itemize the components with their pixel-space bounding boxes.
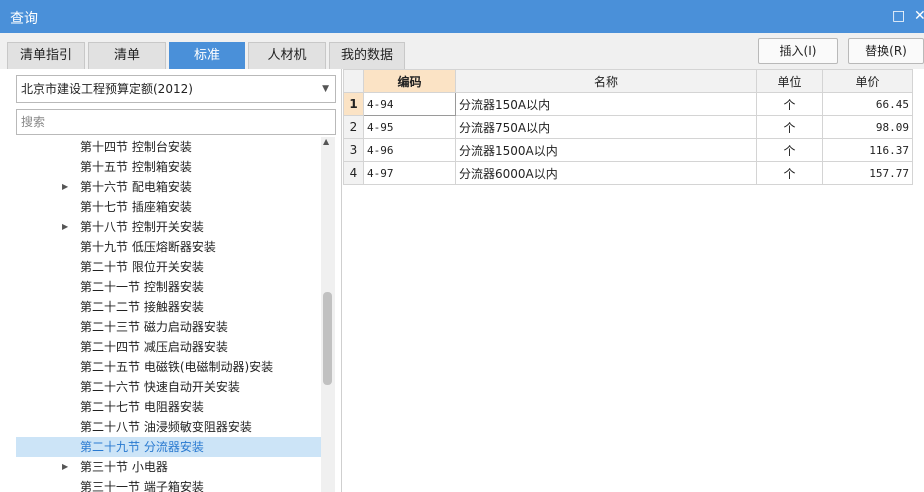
search-input[interactable] [17,110,335,134]
unit-cell[interactable]: 个 [756,138,823,162]
price-cell[interactable]: 116.37 [822,138,913,162]
left-panel: 北京市建设工程预算定额(2012) ▼ 第十四节 控制台安装 第十五节 控制箱安… [0,69,342,492]
quota-select[interactable]: 北京市建设工程预算定额(2012) ▼ [16,75,336,103]
tree-item-label: 第十九节 低压熔断器安装 [80,240,216,254]
name-cell[interactable]: 分流器1500A以内 [455,138,757,162]
results-table: 编码 名称 单位 单价 1 4-94 分流器150A以内 个 66.45 2 4… [343,69,913,185]
tree-item-label: 第十七节 插座箱安装 [80,200,192,214]
table-row[interactable]: 3 4-96 分流器1500A以内 个 116.37 [343,138,913,162]
column-header-code[interactable]: 编码 [363,69,456,93]
tree-item[interactable]: 第十四节 控制台安装 [16,137,321,157]
tree-item-label: 第十四节 控制台安装 [80,140,192,154]
tree-item[interactable]: ▶ 第三十节 小电器 [16,457,321,477]
tree-item[interactable]: 第二十七节 电阻器安装 [16,397,321,417]
row-number: 2 [343,115,364,139]
tree-scrollbar[interactable]: ▲ [321,137,335,492]
tree-item-label: 第二十七节 电阻器安装 [80,400,204,414]
unit-cell[interactable]: 个 [756,92,823,116]
tree-item-label: 第二十四节 减压启动器安装 [80,340,228,354]
scroll-up-icon[interactable]: ▲ [323,137,329,146]
table-row[interactable]: 1 4-94 分流器150A以内 个 66.45 [343,92,913,116]
tab-bar: 清单指引 清单 标准 人材机 我的数据 插入(I) 替换(R) [0,33,924,69]
code-cell[interactable]: 4-95 [363,115,456,139]
corner-cell [343,69,364,93]
table-row[interactable]: 2 4-95 分流器750A以内 个 98.09 [343,115,913,139]
chapter-tree: 第十四节 控制台安装 第十五节 控制箱安装 ▶ 第十六节 配电箱安装 第十七节 插… [16,137,321,492]
tree-item-label: 第十八节 控制开关安装 [80,220,204,234]
tree-item-label: 第十五节 控制箱安装 [80,160,192,174]
tree-item[interactable]: 第十九节 低压熔断器安装 [16,237,321,257]
tree-item-label: 第二十九节 分流器安装 [80,440,204,454]
name-cell[interactable]: 分流器6000A以内 [455,161,757,185]
tree-item-label: 第二十二节 接触器安装 [80,300,204,314]
tree-item[interactable]: 第二十节 限位开关安装 [16,257,321,277]
tab-labor-material-machine[interactable]: 人材机 [248,42,326,69]
tab-list-guide[interactable]: 清单指引 [7,42,85,69]
tree-item-label: 第二十八节 油浸频敏变阻器安装 [80,420,252,434]
tree-item-label: 第十六节 配电箱安装 [80,180,192,194]
tab-list[interactable]: 清单 [88,42,166,69]
tree-item-selected[interactable]: 第二十九节 分流器安装 [16,437,321,457]
tree-item[interactable]: 第三十一节 端子箱安装 [16,477,321,492]
tree-item-label: 第二十节 限位开关安装 [80,260,204,274]
price-cell[interactable]: 98.09 [822,115,913,139]
tree-item-label: 第二十五节 电磁铁(电磁制动器)安装 [80,360,274,374]
code-cell[interactable]: 4-96 [363,138,456,162]
row-number: 3 [343,138,364,162]
tab-standard[interactable]: 标准 [169,42,245,69]
quota-select-value: 北京市建设工程预算定额(2012) [21,82,193,96]
column-header-name[interactable]: 名称 [455,69,757,93]
tab-my-data[interactable]: 我的数据 [329,42,405,69]
name-cell[interactable]: 分流器150A以内 [455,92,757,116]
tree-item[interactable]: 第二十二节 接触器安装 [16,297,321,317]
unit-cell[interactable]: 个 [756,161,823,185]
results-panel: 编码 名称 单位 单价 1 4-94 分流器150A以内 个 66.45 2 4… [343,69,924,492]
scrollbar-thumb[interactable] [323,292,332,385]
tree-item[interactable]: 第十七节 插座箱安装 [16,197,321,217]
table-row[interactable]: 4 4-97 分流器6000A以内 个 157.77 [343,161,913,185]
tree-item[interactable]: 第二十三节 磁力启动器安装 [16,317,321,337]
code-cell[interactable]: 4-94 [363,92,456,116]
tree-item[interactable]: ▶ 第十六节 配电箱安装 [16,177,321,197]
tree-item-label: 第二十六节 快速自动开关安装 [80,380,240,394]
code-cell[interactable]: 4-97 [363,161,456,185]
insert-button[interactable]: 插入(I) [758,38,838,64]
row-number: 1 [343,92,364,116]
tree-item[interactable]: 第二十六节 快速自动开关安装 [16,377,321,397]
tree-item[interactable]: 第二十一节 控制器安装 [16,277,321,297]
tree-item[interactable]: 第二十四节 减压启动器安装 [16,337,321,357]
close-icon[interactable]: ✕ [914,8,924,24]
title-bar: 查询 □ ✕ [0,0,924,33]
price-cell[interactable]: 157.77 [822,161,913,185]
expand-arrow-icon[interactable]: ▶ [62,457,68,477]
tree-item[interactable]: 第二十五节 电磁铁(电磁制动器)安装 [16,357,321,377]
window-title: 查询 [10,11,38,27]
tree-item[interactable]: 第二十八节 油浸频敏变阻器安装 [16,417,321,437]
row-number: 4 [343,161,364,185]
tree-item[interactable]: 第十五节 控制箱安装 [16,157,321,177]
expand-arrow-icon[interactable]: ▶ [62,217,68,237]
replace-button[interactable]: 替换(R) [848,38,924,64]
unit-cell[interactable]: 个 [756,115,823,139]
price-cell[interactable]: 66.45 [822,92,913,116]
chevron-down-icon[interactable]: ▼ [322,76,329,102]
tree-item-label: 第三十一节 端子箱安装 [80,480,204,492]
expand-arrow-icon[interactable]: ▶ [62,177,68,197]
name-cell[interactable]: 分流器750A以内 [455,115,757,139]
restore-icon[interactable]: □ [892,8,905,24]
tree-item-label: 第二十三节 磁力启动器安装 [80,320,228,334]
tree-item-label: 第三十节 小电器 [80,460,168,474]
table-header-row: 编码 名称 单位 单价 [343,69,913,93]
column-header-price[interactable]: 单价 [822,69,913,93]
column-header-unit[interactable]: 单位 [756,69,823,93]
tree-item[interactable]: ▶ 第十八节 控制开关安装 [16,217,321,237]
tree-item-label: 第二十一节 控制器安装 [80,280,204,294]
search-box[interactable] [16,109,336,135]
